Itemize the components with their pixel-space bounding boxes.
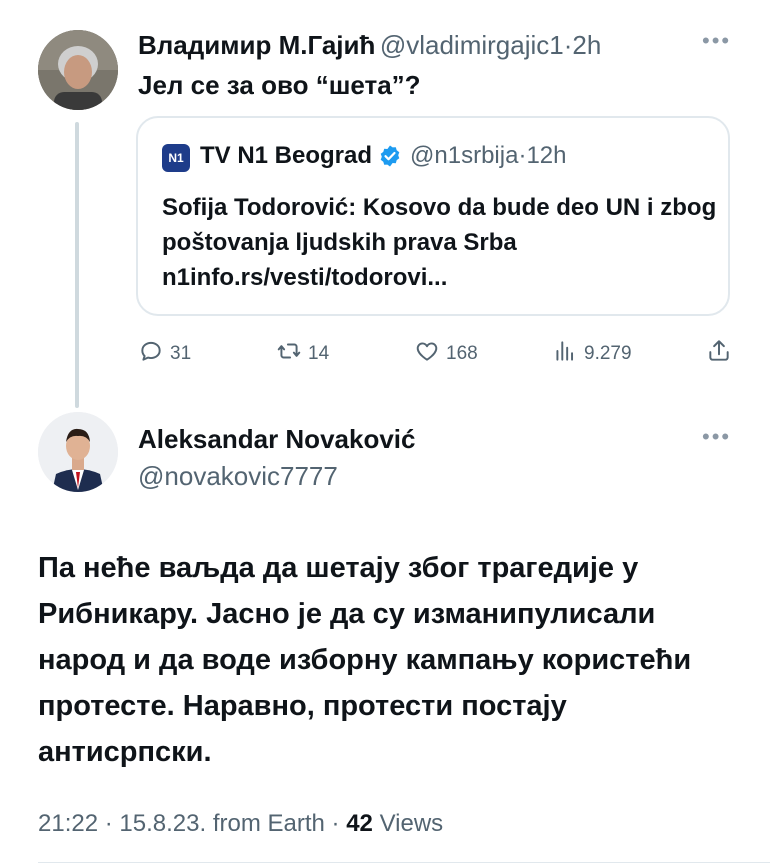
views-button[interactable]: 9.279: [552, 338, 632, 370]
tweet-time[interactable]: 2h: [572, 30, 601, 60]
tweet2-text: Па неће ваљда да шетају због трагедије у…: [38, 552, 692, 768]
views-label: Views: [379, 810, 444, 837]
tweet-metadata: 21:22 · 15.8.23. from Earth · 42 Views: [38, 810, 443, 838]
separator-dot: ·: [331, 810, 340, 837]
tweet-time[interactable]: 21:22: [38, 810, 98, 837]
quoted-tweet-time: 12h: [526, 142, 567, 169]
tweet1-header: Владимир М.Гајић @vladimirgajic1·2h: [138, 30, 601, 61]
share-button[interactable]: [706, 338, 732, 370]
tweet1-text: Јел се за ово “шета”?: [138, 70, 421, 100]
thread-connector-line: [75, 122, 79, 408]
reply-icon: [138, 338, 164, 370]
retweet-button[interactable]: 14: [276, 338, 329, 370]
author-handle[interactable]: @novakovic7777: [138, 461, 338, 492]
n1-logo: N1: [162, 144, 190, 172]
quoted-author-name: TV N1 Beograd: [200, 142, 373, 169]
like-button[interactable]: 168: [414, 338, 478, 370]
avatar[interactable]: [38, 30, 118, 110]
quoted-author-handle: @n1srbija: [410, 142, 519, 169]
tweet-date[interactable]: 15.8.23.: [119, 810, 206, 837]
views-icon: [552, 338, 578, 370]
quoted-tweet-header: TV N1 Beograd @n1srbija · 12h: [200, 142, 567, 170]
views-count: 9.279: [584, 343, 632, 364]
views-total[interactable]: 42: [346, 810, 373, 837]
author-name[interactable]: Aleksandar Novaković: [138, 424, 415, 455]
author-handle[interactable]: @vladimirgajic1: [380, 30, 564, 60]
heart-icon: [414, 338, 440, 370]
quoted-tweet-card[interactable]: N1 TV N1 Beograd @n1srbija · 12h Sofija To…: [136, 116, 730, 316]
quoted-tweet-text: Sofija Todorović: Kosovo da bude deo UN …: [162, 194, 717, 291]
separator-dot: ·: [104, 810, 113, 837]
share-icon: [706, 338, 732, 370]
reply-count: 31: [170, 343, 192, 364]
retweet-icon: [276, 338, 302, 370]
separator-dot: ·: [518, 142, 527, 169]
more-icon[interactable]: •••: [702, 424, 731, 450]
author-name[interactable]: Владимир М.Гајић: [138, 30, 375, 60]
more-icon[interactable]: •••: [702, 28, 731, 54]
tweet-source: from Earth: [212, 810, 325, 837]
verified-badge-icon: [378, 144, 402, 168]
reply-button[interactable]: 31: [138, 338, 191, 370]
divider: [38, 862, 770, 863]
avatar[interactable]: [38, 412, 118, 492]
like-count: 168: [446, 343, 478, 364]
tweet1-action-bar: 31 14 168 9.279: [138, 338, 738, 368]
retweet-count: 14: [308, 343, 330, 364]
